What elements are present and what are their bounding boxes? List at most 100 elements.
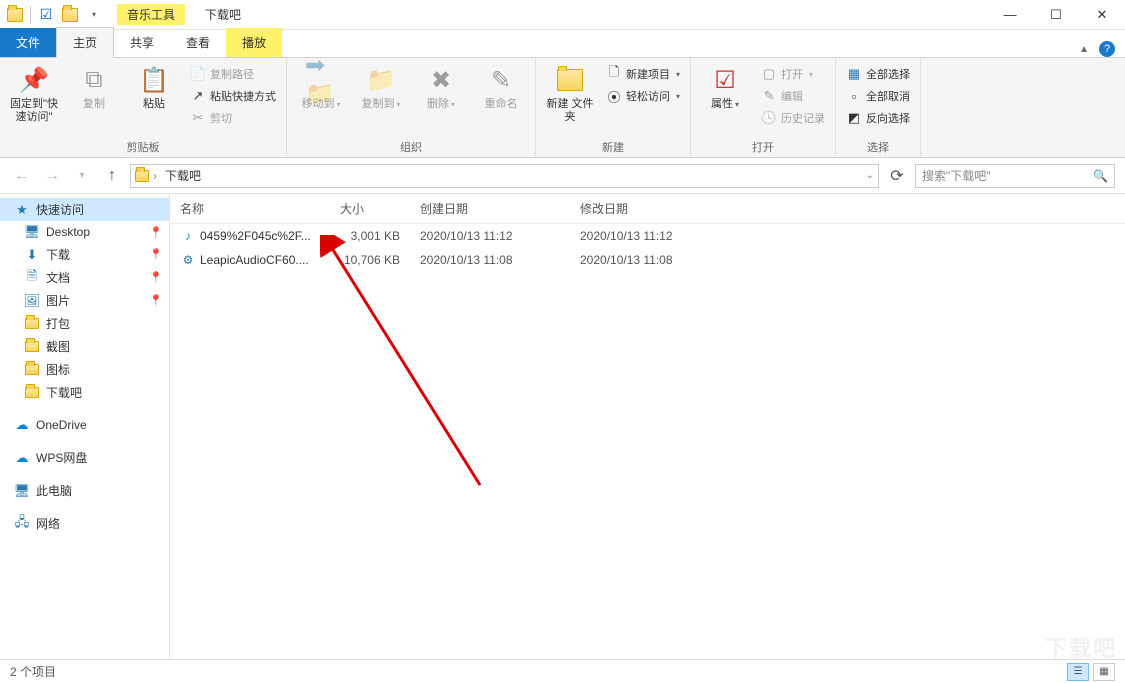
audio-file-icon: ♪ [180, 228, 196, 244]
tab-play[interactable]: 播放 [226, 28, 282, 57]
sidebar-this-pc[interactable]: 🖥此电脑 [0, 479, 169, 502]
history-icon: 🕓 [761, 110, 777, 126]
ribbon-group-open: ☑ 属性▾ ▢打开▾ ✎编辑 🕓历史记录 打开 [691, 58, 836, 157]
cloud-icon: ☁ [14, 417, 30, 433]
address-folder-icon [135, 170, 149, 182]
select-none-icon: ▫ [846, 88, 862, 104]
sidebar-item-xiazaiba[interactable]: 下载吧 [0, 381, 169, 404]
group-label-clipboard: 剪贴板 [6, 137, 280, 157]
desktop-icon: 🖥 [24, 224, 40, 240]
edit-icon: ✎ [761, 88, 777, 104]
help-icon[interactable]: ? [1099, 41, 1115, 57]
select-none-button[interactable]: ▫全部取消 [842, 86, 914, 106]
col-size[interactable]: 大小 [340, 200, 420, 217]
ribbon-group-new: 新建 文件夹 🗋新建项目▾ ⦿轻松访问▾ 新建 [536, 58, 691, 157]
nav-back-icon[interactable]: ← [10, 164, 34, 188]
pin-icon: 📍 [149, 294, 163, 307]
sidebar-wps[interactable]: ☁WPS网盘 [0, 446, 169, 469]
select-all-button[interactable]: ▦全部选择 [842, 64, 914, 84]
quick-access-toolbar: ☑ ▾ [0, 4, 109, 26]
sidebar-item-desktop[interactable]: 🖥Desktop📍 [0, 221, 169, 243]
delete-button[interactable]: ✖ 删除▾ [413, 60, 469, 115]
sidebar: ★ 快速访问 🖥Desktop📍 ⬇下载📍 🗎文档📍 🖼图片📍 打包 截图 图标… [0, 194, 170, 659]
sidebar-item-documents[interactable]: 🗎文档📍 [0, 266, 169, 289]
history-button[interactable]: 🕓历史记录 [757, 108, 829, 128]
col-modified[interactable]: 修改日期 [580, 200, 740, 217]
view-icons-button[interactable]: ▦ [1093, 663, 1115, 681]
sidebar-item-dabao[interactable]: 打包 [0, 312, 169, 335]
rename-icon: ✎ [485, 64, 517, 96]
sidebar-item-pictures[interactable]: 🖼图片📍 [0, 289, 169, 312]
titlebar: ☑ ▾ 音乐工具 下载吧 — ☐ ✕ [0, 0, 1125, 30]
exe-file-icon: ⚙ [180, 252, 196, 268]
pin-icon: 📍 [149, 271, 163, 284]
file-row[interactable]: ⚙LeapicAudioCF60.... 10,706 KB 2020/10/1… [170, 248, 1125, 272]
nav-recent-icon[interactable]: ▾ [70, 164, 94, 188]
easy-access-icon: ⦿ [606, 88, 622, 104]
file-row[interactable]: ♪0459%2F045c%2F... 3,001 KB 2020/10/13 1… [170, 224, 1125, 248]
copy-to-button[interactable]: 📁 复制到▾ [353, 60, 409, 115]
copy-to-icon: 📁 [365, 64, 397, 96]
group-label-open: 打开 [697, 137, 829, 157]
paste-button[interactable]: 📋 粘贴 [126, 60, 182, 115]
view-details-button[interactable]: ☰ [1067, 663, 1089, 681]
open-button[interactable]: ▢打开▾ [757, 64, 829, 84]
tab-file[interactable]: 文件 [0, 28, 56, 57]
copy-button[interactable]: ⧉ 复制 [66, 60, 122, 115]
tab-home[interactable]: 主页 [56, 27, 114, 58]
breadcrumb-root[interactable]: 下载吧 [161, 167, 205, 184]
tab-view[interactable]: 查看 [170, 28, 226, 57]
folder-icon [24, 339, 40, 355]
sidebar-item-jietu[interactable]: 截图 [0, 335, 169, 358]
tab-share[interactable]: 共享 [114, 28, 170, 57]
cut-button[interactable]: ✂剪切 [186, 108, 280, 128]
sidebar-onedrive[interactable]: ☁OneDrive [0, 414, 169, 436]
easy-access-button[interactable]: ⦿轻松访问▾ [602, 86, 684, 106]
sidebar-network[interactable]: 🖧网络 [0, 512, 169, 535]
properties-button[interactable]: ☑ 属性▾ [697, 60, 753, 115]
close-button[interactable]: ✕ [1079, 0, 1125, 30]
search-input[interactable]: 搜索"下载吧" 🔍 [915, 164, 1115, 188]
network-icon: 🖧 [14, 516, 30, 532]
qat-properties-icon[interactable]: ☑ [35, 4, 57, 26]
nav-forward-icon[interactable]: → [40, 164, 64, 188]
move-to-button[interactable]: ➡📁 移动到▾ [293, 60, 349, 115]
new-item-button[interactable]: 🗋新建项目▾ [602, 64, 684, 84]
maximize-button[interactable]: ☐ [1033, 0, 1079, 30]
delete-icon: ✖ [425, 64, 457, 96]
ribbon-collapse-icon[interactable]: ▲ [1079, 44, 1089, 55]
address-bar[interactable]: › 下载吧 ⌄ [130, 164, 879, 188]
select-all-icon: ▦ [846, 66, 862, 82]
folder-icon [24, 316, 40, 332]
col-name[interactable]: 名称 [180, 200, 340, 217]
invert-selection-button[interactable]: ◩反向选择 [842, 108, 914, 128]
move-icon: ➡📁 [305, 64, 337, 96]
edit-button[interactable]: ✎编辑 [757, 86, 829, 106]
group-label-select: 选择 [842, 137, 914, 157]
qat-new-folder-icon[interactable] [59, 4, 81, 26]
file-list: 名称 大小 创建日期 修改日期 ♪0459%2F045c%2F... 3,001… [170, 194, 1125, 659]
refresh-icon[interactable]: ⟳ [885, 164, 909, 188]
paste-shortcut-button[interactable]: ↗粘贴快捷方式 [186, 86, 280, 106]
new-folder-icon [554, 64, 586, 96]
sidebar-quick-access[interactable]: ★ 快速访问 [0, 198, 169, 221]
document-icon: 🗎 [24, 270, 40, 286]
qat-dropdown-icon[interactable]: ▾ [83, 4, 105, 26]
ribbon: 📌 固定到"快 速访问" ⧉ 复制 📋 粘贴 📄复制路径 ↗粘贴快捷方式 ✂剪切… [0, 58, 1125, 158]
search-placeholder: 搜索"下载吧" [922, 167, 991, 184]
col-created[interactable]: 创建日期 [420, 200, 580, 217]
sidebar-item-downloads[interactable]: ⬇下载📍 [0, 243, 169, 266]
copy-path-button[interactable]: 📄复制路径 [186, 64, 280, 84]
pin-quickaccess-button[interactable]: 📌 固定到"快 速访问" [6, 60, 62, 128]
nav-up-icon[interactable]: ↑ [100, 164, 124, 188]
folder-icon [24, 362, 40, 378]
sidebar-item-tubiao[interactable]: 图标 [0, 358, 169, 381]
rename-button[interactable]: ✎ 重命名 [473, 60, 529, 115]
path-icon: 📄 [190, 66, 206, 82]
new-folder-button[interactable]: 新建 文件夹 [542, 60, 598, 128]
minimize-button[interactable]: — [987, 0, 1033, 30]
folder-icon[interactable] [4, 4, 26, 26]
pictures-icon: 🖼 [24, 293, 40, 309]
pc-icon: 🖥 [14, 483, 30, 499]
address-dropdown-icon[interactable]: ⌄ [866, 170, 874, 181]
